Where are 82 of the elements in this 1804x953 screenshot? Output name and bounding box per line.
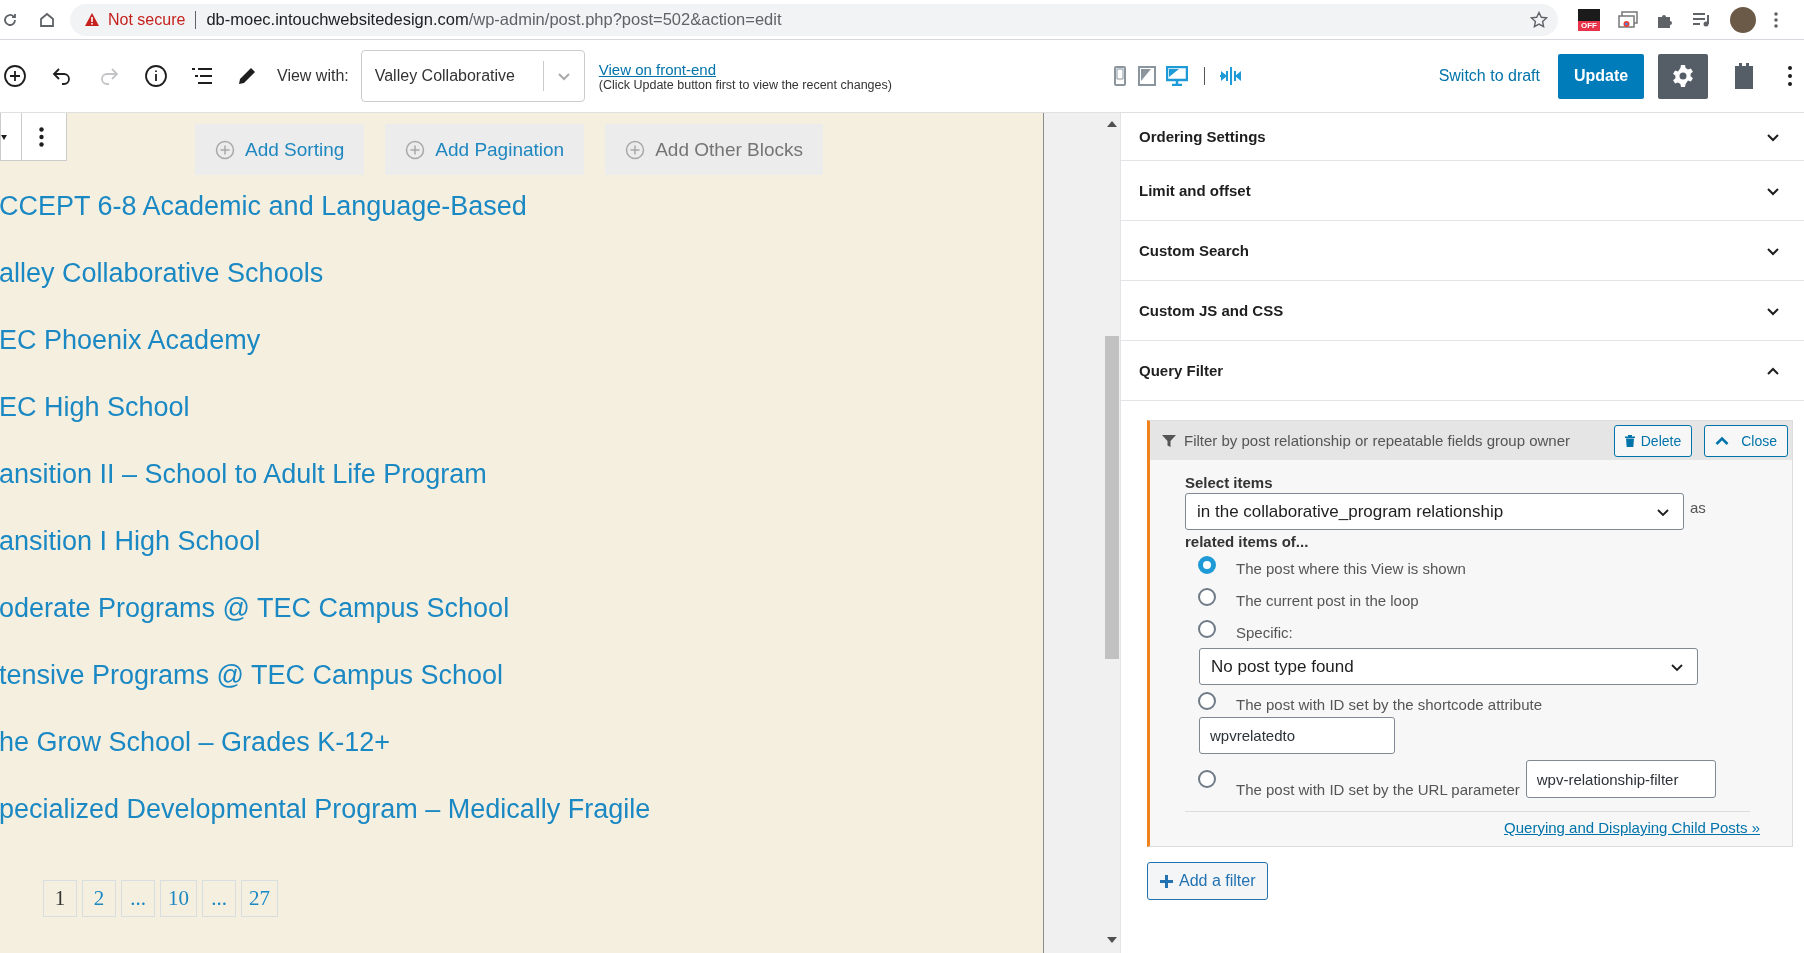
cast-window-icon[interactable]	[1618, 10, 1638, 29]
phone-icon[interactable]	[1112, 66, 1128, 86]
warning-icon	[84, 12, 100, 27]
url-parameter-field[interactable]: wpv-relationship-filter	[1525, 760, 1716, 798]
chevron-up-icon	[1715, 435, 1730, 446]
relationship-select[interactable]: in the collaborative_program relationship	[1185, 493, 1684, 530]
extension-icon[interactable]: OFF	[1578, 8, 1600, 31]
option-label: The post with ID set by the URL parameter	[1236, 781, 1520, 798]
radio-button[interactable]	[1198, 588, 1216, 606]
view-select[interactable]: Valley Collaborative	[360, 50, 585, 102]
close-button[interactable]: Close	[1704, 424, 1788, 457]
pencil-icon[interactable]	[236, 65, 258, 87]
page-link[interactable]: ...	[121, 880, 155, 917]
scroll-down-icon[interactable]	[1107, 937, 1117, 943]
post-title-link[interactable]: oderate Programs @ TEC Campus School	[0, 575, 1043, 642]
funnel-icon	[1162, 433, 1176, 448]
post-title-link[interactable]: he Grow School – Grades K-12+	[0, 709, 1043, 776]
url-text: db-moec.intouchwebsitedesign.com/wp-admin/post.php?post=502&action=edit	[206, 10, 782, 29]
option-label: Specific:	[1236, 623, 1293, 641]
more-vertical-icon[interactable]	[1774, 11, 1778, 28]
security-label: Not secure	[108, 10, 186, 29]
plus-circle-icon	[625, 139, 646, 160]
settings-button[interactable]	[1658, 53, 1708, 99]
avatar-icon[interactable]	[1730, 6, 1756, 33]
page-link[interactable]: 2	[82, 880, 116, 917]
settings-icon	[1671, 64, 1695, 88]
media-list-icon[interactable]	[1692, 11, 1712, 28]
field-label: Select items	[1185, 473, 1274, 493]
help-link[interactable]: Querying and Displaying Child Posts »	[1504, 819, 1760, 836]
radio-button[interactable]	[1198, 692, 1216, 710]
post-title-link[interactable]: tensive Programs @ TEC Campus School	[0, 642, 1043, 709]
more-vertical-icon[interactable]	[1788, 66, 1792, 86]
add-block-button[interactable]: Add Sorting	[195, 124, 365, 175]
page-link[interactable]: 10	[160, 880, 197, 917]
page-link[interactable]: ...	[202, 880, 236, 917]
add-block-button[interactable]: Add Pagination	[385, 124, 585, 175]
plus-circle-icon	[405, 139, 426, 160]
document-icon[interactable]	[1734, 63, 1754, 89]
option-label: The post where this View is shown	[1236, 559, 1466, 577]
page-link[interactable]: 1	[43, 880, 77, 917]
shortcode-attribute-field[interactable]: wpvrelatedto	[1199, 717, 1395, 754]
address-bar[interactable]: Not secure db-moec.intouchwebsitedesign.com/wp-admin/post.php?post=502&action=edit	[70, 3, 1558, 36]
list-view-icon[interactable]	[191, 66, 213, 86]
add-filter-button[interactable]: Add a filter	[1147, 862, 1269, 900]
desktop-icon[interactable]	[1166, 66, 1188, 86]
delete-button[interactable]: Delete	[1613, 424, 1693, 457]
page-link[interactable]: 27	[241, 880, 278, 917]
switch-to-draft-button[interactable]: Switch to draft	[1438, 67, 1540, 85]
hint-text: (Click Update button first to view the recent changes)	[598, 77, 892, 92]
caret-down-icon[interactable]	[1, 132, 7, 141]
filter-title: Filter by post relationship or repeatable fields group owner	[1184, 432, 1572, 449]
field-label: related items of...	[1185, 532, 1310, 552]
front-end-link[interactable]: View on front-end	[598, 60, 717, 78]
post-type-select[interactable]: No post type found	[1199, 648, 1698, 685]
update-button[interactable]: Update	[1558, 53, 1644, 99]
plus-icon	[1160, 874, 1173, 888]
post-title-link[interactable]: ansition I High School	[0, 508, 1043, 575]
radio-button[interactable]	[1198, 620, 1216, 638]
info-icon[interactable]	[144, 64, 168, 88]
post-title-link[interactable]: EC Phoenix Academy	[0, 307, 1043, 374]
split-view-icon[interactable]	[1219, 66, 1243, 86]
post-title-link[interactable]: pecialized Developmental Program – Medically Fragile	[0, 776, 1043, 843]
option-label: The current post in the loop	[1236, 591, 1419, 609]
post-title-link[interactable]: EC High School	[0, 374, 1043, 441]
radio-button[interactable]	[1198, 770, 1216, 788]
add-block-icon[interactable]	[3, 64, 27, 88]
post-title-link[interactable]: CCEPT 6-8 Academic and Language-Based	[0, 173, 1043, 240]
scrollbar-thumb[interactable]	[1105, 336, 1119, 659]
bookmark-star-icon[interactable]	[1530, 10, 1548, 29]
tablet-icon[interactable]	[1138, 66, 1156, 86]
post-title-link[interactable]: alley Collaborative Schools	[0, 240, 1043, 307]
more-vertical-icon[interactable]	[39, 126, 44, 147]
plus-circle-icon	[215, 139, 235, 160]
trash-icon	[1624, 434, 1635, 447]
scroll-up-icon[interactable]	[1107, 121, 1117, 127]
as-label: as	[1690, 499, 1706, 516]
reload-icon[interactable]	[2, 11, 18, 28]
radio-button[interactable]	[1198, 556, 1216, 574]
option-label: The post with ID set by the shortcode attribute	[1236, 695, 1542, 713]
post-title-link[interactable]: ansition II – School to Adult Life Program	[0, 441, 1043, 508]
home-icon[interactable]	[38, 10, 56, 29]
view-with-label: View with:	[277, 67, 349, 85]
